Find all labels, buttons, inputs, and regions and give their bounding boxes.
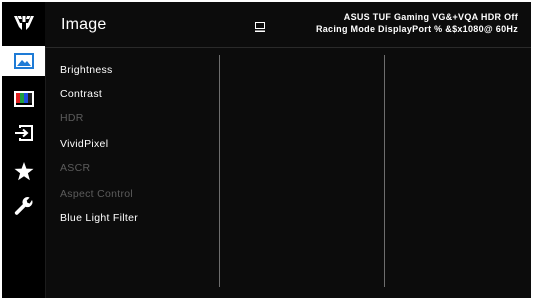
sidebar: [2, 2, 46, 298]
image-icon: [13, 53, 34, 69]
header-bar: Image ASUS TUF Gaming VG&+VQA HDR Off Ra…: [45, 2, 531, 48]
input-select-icon: [14, 124, 34, 142]
menu-item-blue-light-filter[interactable]: Blue Light Filter: [60, 210, 138, 226]
star-icon: [14, 161, 34, 181]
status-line-mode: Racing Mode DisplayPort % &$x1080@ 60Hz: [315, 24, 518, 34]
tuf-logo-icon: [13, 14, 35, 32]
sidebar-item-color[interactable]: [2, 84, 45, 114]
color-bars-icon: [13, 91, 34, 107]
column-divider: [219, 55, 220, 287]
menu-item-aspect-control: Aspect Control: [60, 188, 134, 200]
sidebar-item-logo: [2, 8, 45, 38]
wrench-icon: [14, 197, 34, 217]
page-title: Image: [61, 16, 107, 33]
column-divider: [384, 55, 385, 287]
osd-window: Image ASUS TUF Gaming VG&+VQA HDR Off Ra…: [2, 2, 531, 298]
menu-item-brightness[interactable]: Brightness: [60, 62, 113, 78]
sidebar-item-system[interactable]: [2, 192, 45, 222]
menu-item-contrast[interactable]: Contrast: [60, 86, 102, 102]
sidebar-item-favorites[interactable]: [2, 156, 45, 186]
menu-item-ascr: ASCR: [60, 162, 91, 174]
menu-list: Brightness Contrast HDR VividPixel ASCR …: [45, 48, 219, 298]
sidebar-item-image[interactable]: [2, 46, 45, 76]
menu-item-hdr: HDR: [60, 112, 84, 124]
status-line-model: ASUS TUF Gaming VG&+VQA HDR Off: [343, 12, 518, 22]
status-info: ASUS TUF Gaming VG&+VQA HDR Off Racing M…: [278, 11, 518, 35]
menu-item-vividpixel[interactable]: VividPixel: [60, 136, 108, 152]
monitor-icon: [255, 19, 265, 37]
sidebar-item-input[interactable]: [2, 118, 45, 148]
